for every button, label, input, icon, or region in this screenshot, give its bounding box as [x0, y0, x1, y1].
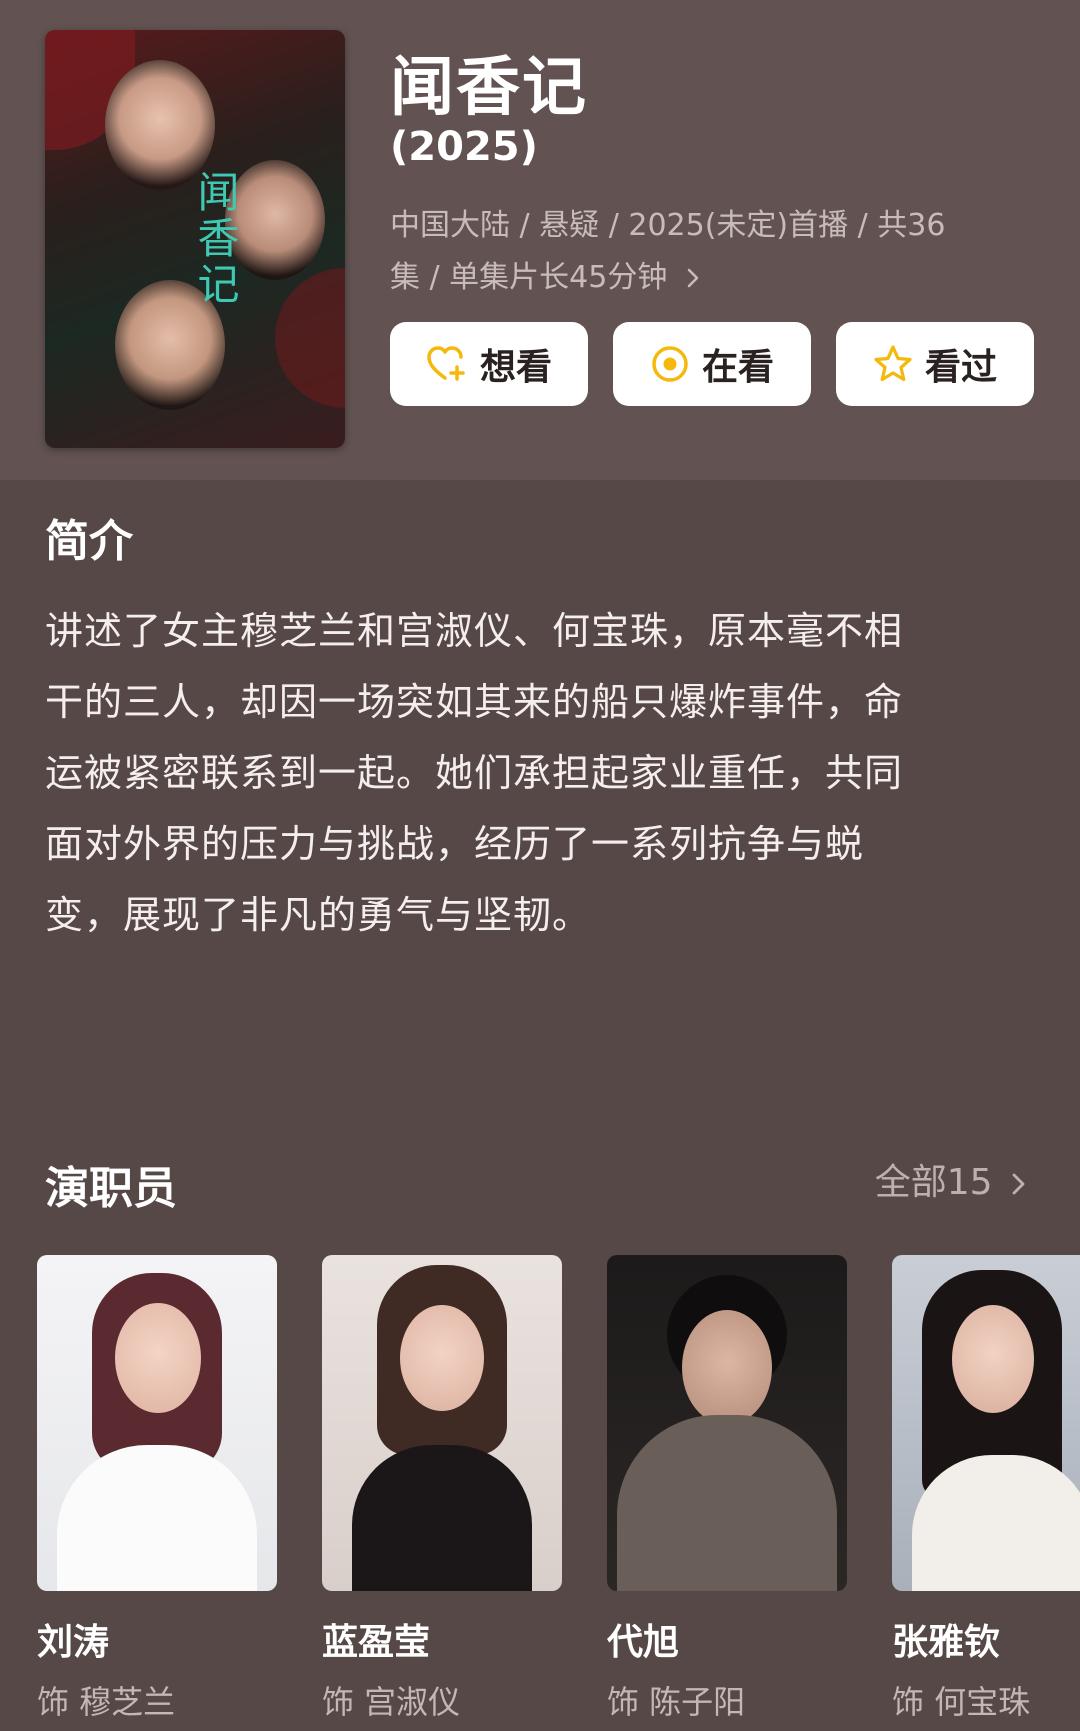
intro-text[interactable]: 讲述了女主穆芝兰和宫淑仪、何宝珠，原本毫不相 干的三人，却因一场突如其来的船只爆…	[45, 596, 1040, 951]
heart-plus-icon	[426, 345, 468, 383]
cast-role: 饰 何宝珠	[892, 1683, 1031, 1721]
cast-role: 饰 陈子阳	[607, 1683, 746, 1721]
intro-line: 讲述了女主穆芝兰和宫淑仪、何宝珠，原本毫不相	[45, 609, 904, 653]
chevron-right-icon	[675, 260, 701, 295]
want-to-watch-button[interactable]: 想看	[390, 322, 588, 406]
cast-role: 饰 宫淑仪	[322, 1683, 461, 1721]
cast-card[interactable]: 蓝盈莹 饰 宫淑仪	[322, 1255, 562, 1723]
intro-line: 面对外界的压力与挑战，经历了一系列抗争与蜕	[45, 822, 865, 866]
cast-photo	[322, 1255, 562, 1591]
meta-line: 集 / 单集片长45分钟	[390, 260, 668, 295]
chevron-right-icon	[1004, 1162, 1028, 1203]
poster-leaf-decoration	[275, 268, 345, 408]
show-title: 闻香记	[390, 51, 588, 125]
intro-line: 变，展现了非凡的勇气与坚韧。	[45, 893, 592, 937]
cast-name: 张雅钦	[892, 1622, 1001, 1663]
meta-line: 中国大陆 / 悬疑 / 2025(未定)首播 / 共36	[390, 208, 946, 243]
cast-name: 代旭	[607, 1622, 680, 1663]
cast-name: 蓝盈莹	[322, 1622, 431, 1663]
show-year: (2025)	[390, 124, 538, 170]
poster-image[interactable]: 闻香记	[45, 30, 345, 448]
cast-role: 饰 穆芝兰	[37, 1683, 176, 1721]
poster-title: 闻香记	[191, 170, 240, 308]
intro-heading: 简介	[45, 516, 133, 567]
cast-photo	[37, 1255, 277, 1591]
cast-all-label: 全部15	[874, 1162, 993, 1203]
intro-line: 干的三人，却因一场突如其来的船只爆炸事件，命	[45, 680, 904, 724]
cast-heading: 演职员	[45, 1163, 177, 1214]
watched-label: 看过	[924, 347, 997, 388]
cast-card[interactable]: 刘涛 饰 穆芝兰	[37, 1255, 277, 1723]
intro-line: 运被紧密联系到一起。她们承担起家业重任，共同	[45, 751, 904, 795]
cast-all-link[interactable]: 全部15	[875, 1153, 1028, 1205]
cast-name: 刘涛	[37, 1622, 110, 1663]
cast-card[interactable]: 代旭 饰 陈子阳	[607, 1255, 847, 1723]
star-icon	[873, 344, 913, 384]
cast-photo	[607, 1255, 847, 1591]
watching-button[interactable]: 在看	[613, 322, 811, 406]
watching-label: 在看	[701, 347, 774, 388]
cast-photo	[892, 1255, 1080, 1591]
want-to-watch-label: 想看	[479, 347, 552, 388]
target-icon	[650, 344, 690, 384]
cast-card[interactable]: 张雅钦 饰 何宝珠	[892, 1255, 1080, 1723]
watched-button[interactable]: 看过	[836, 322, 1034, 406]
show-meta[interactable]: 中国大陆 / 悬疑 / 2025(未定)首播 / 共36 集 / 单集片长45分…	[390, 200, 1000, 304]
